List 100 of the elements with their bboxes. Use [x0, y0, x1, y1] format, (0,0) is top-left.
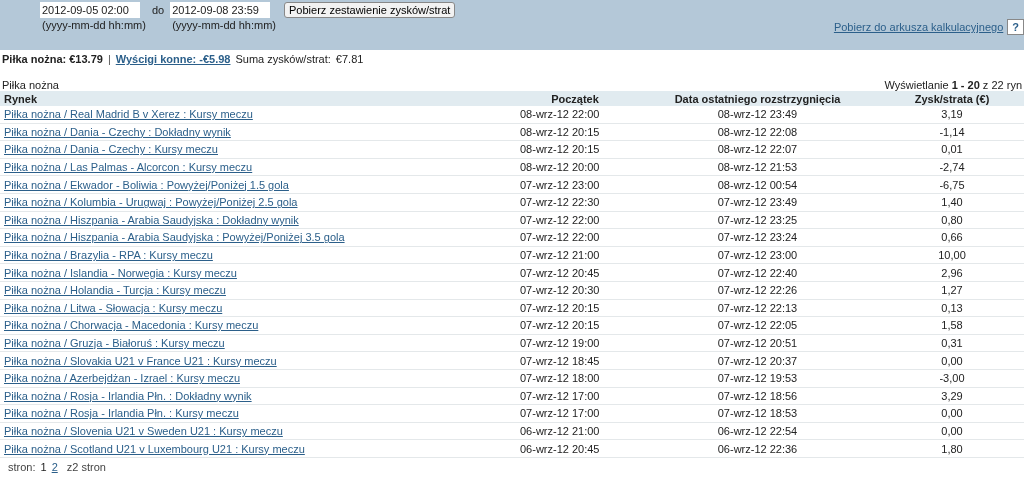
market-link[interactable]: Piłka nożna / Kolumbia - Urugwaj : Powyżej/Poniżej 2.5 gola — [4, 196, 298, 209]
table-cell: 0,13 — [941, 301, 963, 314]
table-cell: -2,74 — [939, 161, 965, 174]
table-cell: 07-wrz-12 22:00 — [520, 231, 600, 244]
market-link[interactable]: Piłka nożna / Real Madrid B v Xerez : Kursy meczu — [4, 108, 253, 121]
table-cell: 08-wrz-12 23:49 — [717, 108, 798, 121]
export-spreadsheet-link[interactable]: Pobierz do arkusza kalkulacyjnego — [833, 21, 1004, 33]
table-cell: 07-wrz-12 23:00 — [520, 178, 600, 191]
market-link[interactable]: Piłka nożna / Hiszpania - Arabia Saudyjska : Dokładny wynik — [4, 213, 299, 226]
market-link[interactable]: Piłka nożna / Slovakia U21 v France U21 : Kursy meczu — [4, 354, 277, 367]
table-cell: 07-wrz-12 22:30 — [520, 196, 600, 209]
other-sport-link[interactable]: Wyścigi konne: -€5.98 — [115, 53, 231, 65]
table-cell: 06-wrz-12 22:36 — [717, 442, 798, 455]
table-cell: 07-wrz-12 22:26 — [717, 284, 798, 297]
market-link[interactable]: Piłka nożna / Dania - Czechy : Dokładny wynik — [4, 125, 231, 138]
market-link[interactable]: Piłka nożna / Azerbejdżan - Izrael : Kursy meczu — [4, 372, 240, 385]
table-cell: 08-wrz-12 20:15 — [520, 125, 600, 138]
table-cell: 1,58 — [941, 319, 963, 332]
market-link[interactable]: Piłka nożna / Slovenia U21 v Sweden U21 : Kursy meczu — [4, 425, 283, 437]
table-cell: -6,75 — [939, 178, 965, 191]
date-format-hint: (yyyy-mm-dd hh:mm) — [171, 19, 277, 31]
table-cell: 07-wrz-12 19:53 — [717, 372, 798, 385]
table-cell: 2,96 — [941, 266, 963, 279]
table-cell: 08-wrz-12 00:54 — [717, 178, 798, 191]
table-cell: 07-wrz-12 22:05 — [717, 319, 798, 332]
column-header: Początek — [515, 91, 635, 106]
market-link[interactable]: Piłka nożna / Ekwador - Boliwia : Powyżej/Poniżej 1.5 gola — [4, 178, 289, 191]
market-link[interactable]: Piłka nożna / Rosja - Irlandia Płn. : Dokładny wynik — [4, 389, 252, 402]
table-cell: 07-wrz-12 23:49 — [717, 196, 798, 209]
table-cell: 0,80 — [941, 213, 963, 226]
table-cell: 08-wrz-12 20:00 — [520, 161, 600, 174]
table-cell: 07-wrz-12 21:00 — [520, 249, 600, 262]
table-cell: 07-wrz-12 18:00 — [520, 372, 600, 385]
market-link[interactable]: Piłka nożna / Gruzja - Białoruś : Kursy meczu — [4, 337, 225, 349]
table-cell: 06-wrz-12 22:54 — [717, 425, 798, 437]
table-cell: 10,00 — [938, 249, 966, 262]
column-header: Data ostatniego rozstrzygnięcia — [635, 91, 880, 106]
column-header: Rynek — [0, 91, 515, 106]
table-cell: 07-wrz-12 23:00 — [717, 249, 798, 262]
date-from-field[interactable]: 2012-09-05 02:00 — [40, 2, 140, 18]
table-cell: 3,29 — [941, 389, 963, 402]
table-cell: 0,00 — [941, 425, 963, 437]
market-link[interactable]: Piłka nożna / Dania - Czechy : Kursy meczu — [4, 143, 218, 156]
market-link[interactable]: Piłka nożna / Chorwacja - Macedonia : Kursy meczu — [4, 319, 259, 332]
page-link[interactable]: 2 — [51, 460, 58, 473]
section-title: Piłka nożna — [2, 79, 59, 91]
table-cell: 07-wrz-12 20:45 — [520, 266, 600, 279]
table-cell: 07-wrz-12 23:24 — [717, 231, 798, 244]
table-cell: 06-wrz-12 21:00 — [520, 425, 600, 437]
page-count: z2 stron — [66, 460, 106, 473]
market-link[interactable]: Piłka nożna / Hiszpania - Arabia Saudyjska : Powyżej/Poniżej 3.5 gola — [4, 231, 345, 244]
fetch-report-button[interactable]: Pobierz zestawienie zysków/strat — [284, 2, 456, 18]
range-info: Wyświetlanie 1 - 20 z 22 ryn — [884, 79, 1022, 91]
table-cell: 0,00 — [941, 407, 963, 420]
table-cell: 3,19 — [941, 108, 963, 121]
table-cell: 08-wrz-12 22:07 — [717, 143, 798, 156]
table-cell: 07-wrz-12 18:53 — [717, 407, 798, 420]
table-cell: 07-wrz-12 23:25 — [717, 213, 798, 226]
table-cell: 07-wrz-12 20:37 — [717, 354, 798, 367]
table-cell: 08-wrz-12 22:08 — [717, 125, 798, 138]
table-cell: 08-wrz-12 20:15 — [520, 143, 600, 156]
table-cell: 07-wrz-12 17:00 — [520, 389, 600, 402]
market-link[interactable]: Piłka nożna / Las Palmas - Alcorcon : Kursy meczu — [4, 161, 253, 174]
market-link[interactable]: Piłka nożna / Litwa - Słowacja : Kursy meczu — [4, 301, 223, 314]
table-cell: 07-wrz-12 19:00 — [520, 337, 600, 349]
pager-label: stron: — [8, 460, 36, 473]
table-cell: 07-wrz-12 18:45 — [520, 354, 600, 367]
help-button[interactable]: ? — [1007, 19, 1024, 35]
table-cell: 07-wrz-12 22:13 — [717, 301, 798, 314]
total-value: €7.81 — [335, 53, 364, 65]
date-format-hint: (yyyy-mm-dd hh:mm) — [41, 19, 146, 31]
date-to-field[interactable]: 2012-09-08 23:59 — [170, 2, 271, 18]
column-header: Zysk/strata (€) — [880, 91, 1024, 106]
table-cell: 1,40 — [941, 196, 963, 209]
table-cell: 07-wrz-12 20:15 — [520, 301, 600, 314]
market-link[interactable]: Piłka nożna / Rosja - Irlandia Płn. : Kursy meczu — [4, 407, 239, 420]
table-cell: 07-wrz-12 18:56 — [717, 389, 798, 402]
market-link[interactable]: Piłka nożna / Brazylia - RPA : Kursy meczu — [4, 249, 213, 262]
market-link[interactable]: Piłka nożna / Scotland U21 v Luxembourg U21 : Kursy meczu — [4, 442, 305, 455]
market-link[interactable]: Piłka nożna / Holandia - Turcja : Kursy meczu — [4, 284, 226, 297]
table-cell: 0,31 — [941, 337, 963, 349]
date-range-label: do — [151, 3, 165, 16]
table-cell: 08-wrz-12 21:53 — [717, 161, 798, 174]
table-cell: 07-wrz-12 22:40 — [717, 266, 798, 279]
total-label: Suma zysków/strat: — [235, 53, 331, 65]
table-cell: 07-wrz-12 20:51 — [717, 337, 798, 349]
current-sport-total: Piłka nożna: €13.79 — [2, 53, 103, 65]
table-cell: -3,00 — [939, 372, 965, 385]
table-cell: 07-wrz-12 22:00 — [520, 213, 600, 226]
table-cell: 1,80 — [941, 442, 963, 455]
table-cell: 08-wrz-12 22:00 — [520, 108, 600, 121]
market-link[interactable]: Piłka nożna / Islandia - Norwegia : Kursy meczu — [4, 266, 237, 279]
page-current: 1 — [40, 460, 47, 473]
table-cell: 0,00 — [941, 354, 963, 367]
table-cell: 07-wrz-12 20:15 — [520, 319, 600, 332]
table-cell: 07-wrz-12 17:00 — [520, 407, 600, 420]
table-cell: 06-wrz-12 20:45 — [520, 442, 600, 455]
table-cell: 0,66 — [941, 231, 963, 244]
table-cell: 1,27 — [941, 284, 963, 297]
table-cell: -1,14 — [939, 125, 965, 138]
